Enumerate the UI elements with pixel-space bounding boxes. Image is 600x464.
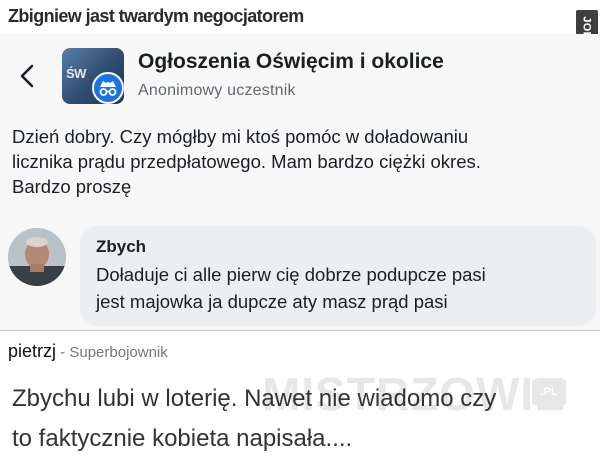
commenter-avatar[interactable]	[8, 228, 66, 286]
group-thumbnail-text: ŚW	[66, 66, 86, 81]
site-comment: pietrzj - Superbojownik MISTRZOWIE .PL Z…	[0, 331, 600, 464]
post-line: Bardzo proszę	[12, 176, 132, 197]
facebook-post-screenshot: ŚW Ogłoszenia Oświęcim i okolice Anonimo…	[0, 34, 600, 330]
site-comment-line: to faktycznie kobieta napisała....	[12, 425, 353, 452]
anonymous-avatar	[92, 72, 124, 104]
site-commenter-separator: -	[56, 344, 70, 361]
chevron-left-icon[interactable]	[14, 62, 42, 90]
comment: Zbych Doładuje ci alle pierw cię dobrze …	[0, 220, 600, 330]
incognito-icon	[99, 81, 117, 96]
post-body: Dzień dobry. Czy mógłby mi ktoś pomóc w …	[12, 124, 587, 199]
profile-photo-icon	[8, 228, 66, 286]
site-commenter: pietrzj - Superbojownik	[8, 341, 168, 362]
site-commenter-rank: Superbojownik	[69, 344, 168, 361]
site-comment-line: Zbychu lubi w loterię. Nawet nie wiadomo…	[12, 385, 497, 412]
post-line: licznika prądu przedpłatowego. Mam bardz…	[12, 151, 481, 172]
comment-line: jest majowka ja dupcze aty masz prąd pas…	[96, 291, 448, 312]
meme-title: Zbigniew jast twardym negocjatorem	[8, 6, 304, 26]
post-line: Dzień dobry. Czy mógłby mi ktoś pomóc w …	[12, 126, 469, 147]
comment-line: Doładuje ci alle pierw cię dobrze podupc…	[96, 264, 486, 285]
site-comment-text: Zbychu lubi w loterię. Nawet nie wiadomo…	[12, 379, 597, 459]
comment-author[interactable]: Zbych	[96, 237, 146, 257]
comment-bubble: Zbych Doładuje ci alle pierw cię dobrze …	[80, 226, 596, 326]
post-header: ŚW Ogłoszenia Oświęcim i okolice Anonimo…	[0, 34, 600, 116]
post-author: Anonimowy uczestnik	[138, 82, 296, 99]
group-name[interactable]: Ogłoszenia Oświęcim i okolice	[138, 50, 444, 74]
comment-text: Doładuje ci alle pierw cię dobrze podupc…	[96, 261, 566, 315]
site-commenter-name[interactable]: pietrzj	[8, 341, 56, 361]
